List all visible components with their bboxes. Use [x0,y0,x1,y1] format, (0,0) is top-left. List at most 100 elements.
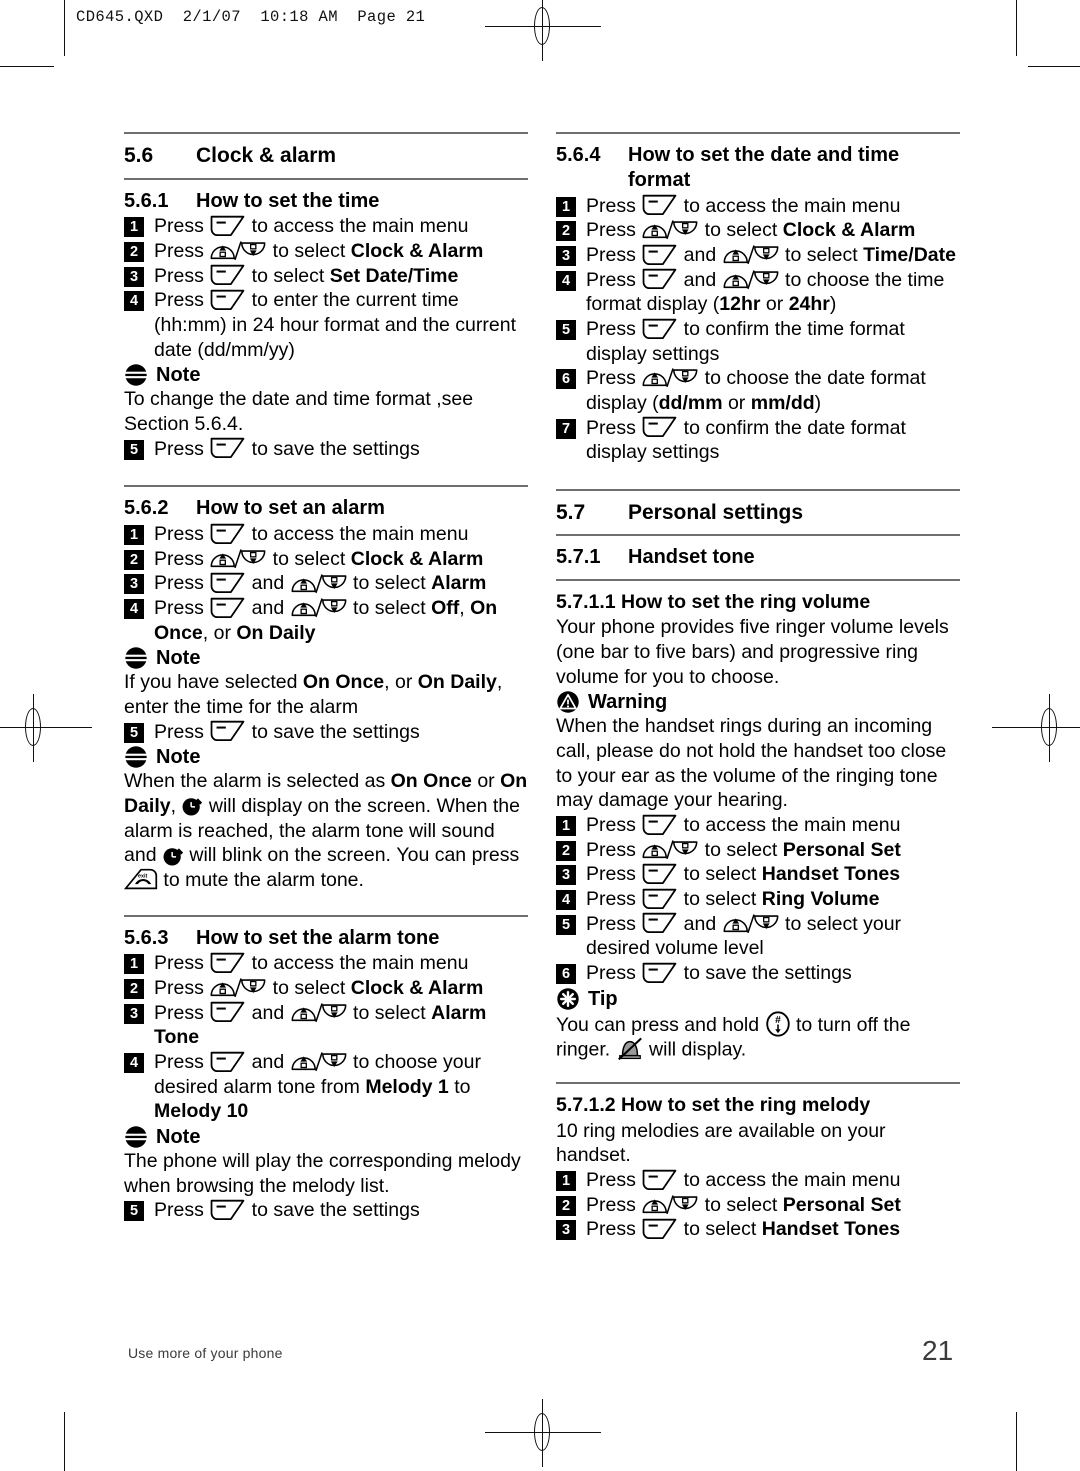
svg-text:exit: exit [138,874,148,880]
step-number: 3 [124,574,144,595]
list-item: 3 Press to select Set Date/Time [124,264,528,289]
note-icon [124,363,148,387]
nav-up-down-key-icon [722,913,780,936]
step-text: Press to access the main menu [154,523,469,546]
heading-number: 5.6 [124,144,154,167]
step-text: Press to select Personal Set [586,838,901,861]
note-icon [124,646,148,670]
soft-key-icon [641,912,678,934]
section-intro-text: Your phone provides five ringer volume l… [556,616,949,688]
heading-5-6-2: 5.6.2 How to set an alarm [124,496,528,521]
step-list-5-7-1-1: 1 Press to access the main menu 2 Press … [556,813,960,986]
soft-key-icon [641,962,678,983]
manual-page: 5.6 Clock & alarm 5.6.1 How to set the t… [0,0,1080,1471]
heading-title: How to set the date and time format [628,144,900,191]
soft-key-icon [209,720,246,742]
step-text: Press to save the settings [154,720,420,743]
note-callout-header: Note [124,745,528,769]
step-text: Press to enter the current time (hh:mm) … [154,289,516,361]
divider [124,914,528,917]
step-text: Press to select Clock & Alarm [154,547,484,571]
step-number: 1 [124,525,144,546]
list-item: 6 Press to save the settings [556,961,960,986]
nav-up-down-key-icon [290,573,348,596]
note-callout-header: Note [124,646,528,670]
nav-up-down-key-icon [290,1051,348,1074]
step-text: Press and to choose your desired alarm t… [154,1051,481,1123]
callout-label: Note [156,746,201,769]
step-text: Press to access the main menu [586,1168,901,1191]
step-text: Press and to select Alarm Tone [154,1001,487,1049]
step-number: 4 [556,889,576,910]
footer-page-number: 21 [922,1335,954,1366]
step-text: Press to select Ring Volume [586,887,880,910]
right-column: 5.6.4 How to set the date and time forma… [556,132,960,1242]
step-text: Press and to select Time/Date [586,243,956,266]
heading-title: Clock & alarm [196,144,337,167]
warning-icon [556,690,580,714]
ringer-off-icon [616,1037,644,1061]
list-item: 5 Press and to select your desired volum… [556,912,960,961]
soft-key-icon [641,863,678,884]
list-item: 3 Press and to select Alarm Tone [124,1001,528,1050]
svg-text:#: # [775,1015,781,1026]
list-item: 5 Press to save the settings [124,1198,528,1223]
note-text: To change the date and time format ,see … [124,388,474,435]
list-item: 4 Press to enter the current time (hh:mm… [124,288,528,362]
heading-5-7-1-1: 5.7.1.1 How to set the ring volume [556,591,871,614]
soft-key-icon [209,1199,246,1221]
alarm-clock-icon [162,845,184,867]
list-item: 3 Press and to select Time/Date [556,243,960,268]
list-item: 5 Press to save the settings [124,720,528,745]
nav-up-down-key-icon [290,1002,348,1025]
note-text: When the alarm is selected as On Once or… [123,770,528,891]
step-number: 1 [556,196,576,217]
step-number: 3 [556,865,576,886]
list-item: 5 Press to confirm the time format displ… [556,317,960,366]
divider [124,177,528,180]
step-text: Press to select Personal Set [586,1193,901,1217]
alarm-clock-icon [181,795,203,817]
callout-label: Note [156,647,201,670]
step-text: Press and to select your desired volume … [586,912,902,960]
list-item: 2 Press to select Personal Set [556,838,960,863]
step-number: 3 [124,1003,144,1024]
list-item: 2 Press to select Clock & Alarm [124,976,528,1001]
nav-up-down-key-icon [641,1194,699,1217]
list-item: 2 Press to select Clock & Alarm [124,239,528,264]
nav-up-down-key-icon [209,548,267,571]
heading-5-7: 5.7 Personal settings [556,500,960,526]
step-number: 4 [124,291,144,312]
step-number: 4 [124,1053,144,1074]
step-number: 5 [124,722,144,743]
heading-title: How to set the alarm tone [196,926,440,949]
divider [556,579,960,582]
list-item: 7 Press to confirm the date format displ… [556,416,960,465]
list-item: 4 Press to select Ring Volume [556,887,960,912]
divider [556,1082,960,1085]
note-callout-header: Note [124,363,528,387]
list-item: 4 Press and to select Off, On Once, or O… [124,596,528,645]
list-item: 1 Press to access the main menu [124,522,528,547]
note-callout-header: Note [124,1125,528,1149]
list-item: 6 Press to choose the date format displa… [556,366,960,415]
nav-up-down-key-icon [209,240,267,263]
soft-key-icon [641,888,678,909]
list-item: 4 Press and to choose your desired alarm… [124,1050,528,1124]
step-number: 2 [556,1195,576,1216]
list-item: 2 Press to select Clock & Alarm [124,547,528,572]
soft-key-icon [641,194,678,216]
nav-up-down-key-icon [641,219,699,242]
soft-key-icon [209,264,246,286]
note-text: If you have selected On Once, or On Dail… [124,671,503,719]
step-number: 2 [556,840,576,861]
step-text: Press to select Clock & Alarm [154,240,484,263]
heading-title: How to set the time [196,189,380,212]
soft-key-icon [641,244,678,265]
section-intro-text: 10 ring melodies are available on your h… [556,1119,886,1167]
list-item: 2 Press to select Clock & Alarm [556,218,960,243]
note-icon [124,1125,148,1149]
heading-number: 5.6.1 [124,189,169,212]
heading-5-6-3: 5.6.3 How to set the alarm tone [124,926,528,951]
left-column: 5.6 Clock & alarm 5.6.1 How to set the t… [123,132,528,1223]
